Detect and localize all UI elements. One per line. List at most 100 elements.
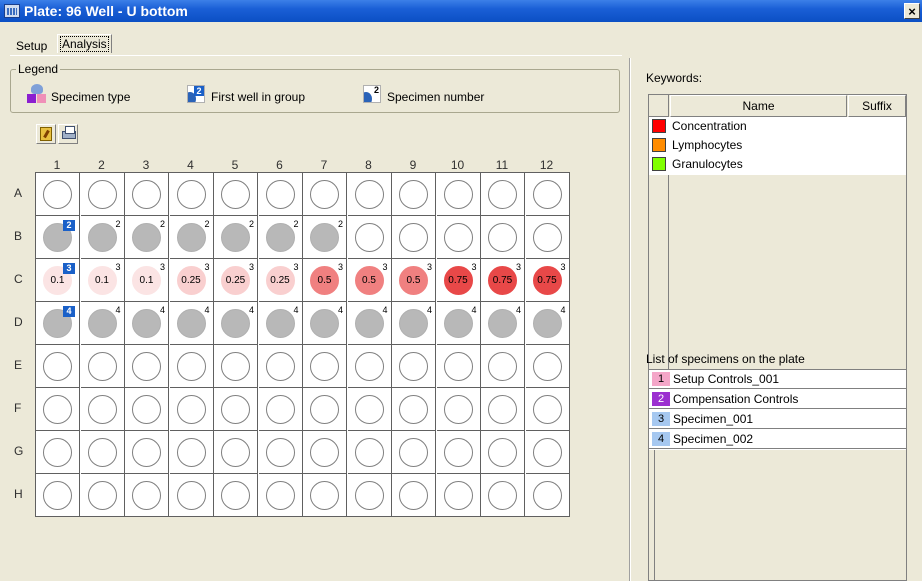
- well-cell-G12[interactable]: [525, 431, 570, 474]
- well-cell-F5[interactable]: [214, 388, 258, 431]
- well-cell-B10[interactable]: [436, 216, 481, 259]
- well-cell-C11[interactable]: 0.75 3: [481, 259, 525, 302]
- specimen-row[interactable]: 1 Setup Controls_001: [649, 370, 906, 389]
- well-cell-D5[interactable]: 4: [214, 302, 258, 345]
- well-cell-A8[interactable]: [347, 173, 392, 216]
- well-cell-C7[interactable]: 0.5 3: [303, 259, 347, 302]
- well-cell-H1[interactable]: [36, 474, 80, 517]
- well-cell-H3[interactable]: [125, 474, 169, 517]
- well-cell-B12[interactable]: [525, 216, 570, 259]
- well-cell-F3[interactable]: [125, 388, 169, 431]
- well-cell-C3[interactable]: 0.1 3: [125, 259, 169, 302]
- well-cell-H8[interactable]: [347, 474, 392, 517]
- keyword-row[interactable]: Concentration: [649, 117, 906, 136]
- well-cell-E11[interactable]: [481, 345, 525, 388]
- well-cell-H11[interactable]: [481, 474, 525, 517]
- keywords-header-name[interactable]: Name: [670, 95, 847, 117]
- well-cell-D10[interactable]: 4: [436, 302, 481, 345]
- well-cell-C8[interactable]: 0.5 3: [347, 259, 392, 302]
- well-cell-A9[interactable]: [392, 173, 436, 216]
- well-cell-G4[interactable]: [169, 431, 214, 474]
- well-cell-A6[interactable]: [258, 173, 303, 216]
- well-cell-A11[interactable]: [481, 173, 525, 216]
- tab-analysis[interactable]: Analysis: [57, 34, 112, 53]
- well-cell-E8[interactable]: [347, 345, 392, 388]
- well-cell-B9[interactable]: [392, 216, 436, 259]
- well-cell-G2[interactable]: [80, 431, 125, 474]
- well-cell-G11[interactable]: [481, 431, 525, 474]
- well-cell-D9[interactable]: 4: [392, 302, 436, 345]
- well-cell-H12[interactable]: [525, 474, 570, 517]
- well-cell-D4[interactable]: 4: [169, 302, 214, 345]
- well-cell-A5[interactable]: [214, 173, 258, 216]
- well-cell-F12[interactable]: [525, 388, 570, 431]
- well-cell-H2[interactable]: [80, 474, 125, 517]
- well-cell-G3[interactable]: [125, 431, 169, 474]
- well-cell-B7[interactable]: 2: [303, 216, 347, 259]
- well-cell-A1[interactable]: [36, 173, 80, 216]
- well-cell-E9[interactable]: [392, 345, 436, 388]
- well-cell-G7[interactable]: [303, 431, 347, 474]
- well-cell-D1[interactable]: 4: [36, 302, 80, 345]
- well-cell-B6[interactable]: 2: [258, 216, 303, 259]
- well-cell-C1[interactable]: 0.1 3: [36, 259, 80, 302]
- well-cell-F10[interactable]: [436, 388, 481, 431]
- keyword-row[interactable]: Granulocytes: [649, 155, 906, 174]
- well-cell-G10[interactable]: [436, 431, 481, 474]
- well-cell-A3[interactable]: [125, 173, 169, 216]
- keywords-header-suffix[interactable]: Suffix: [848, 95, 906, 117]
- well-cell-F11[interactable]: [481, 388, 525, 431]
- well-cell-B8[interactable]: [347, 216, 392, 259]
- well-cell-C9[interactable]: 0.5 3: [392, 259, 436, 302]
- keyword-row[interactable]: Lymphocytes: [649, 136, 906, 155]
- well-cell-B3[interactable]: 2: [125, 216, 169, 259]
- well-cell-B5[interactable]: 2: [214, 216, 258, 259]
- well-cell-B1[interactable]: 2: [36, 216, 80, 259]
- tab-setup[interactable]: Setup: [16, 39, 47, 53]
- well-cell-C12[interactable]: 0.75 3: [525, 259, 570, 302]
- well-cell-H4[interactable]: [169, 474, 214, 517]
- well-cell-F2[interactable]: [80, 388, 125, 431]
- well-cell-E5[interactable]: [214, 345, 258, 388]
- well-cell-A4[interactable]: [169, 173, 214, 216]
- well-cell-C6[interactable]: 0.25 3: [258, 259, 303, 302]
- well-cell-G9[interactable]: [392, 431, 436, 474]
- well-cell-H6[interactable]: [258, 474, 303, 517]
- well-cell-H7[interactable]: [303, 474, 347, 517]
- well-cell-F8[interactable]: [347, 388, 392, 431]
- well-cell-A2[interactable]: [80, 173, 125, 216]
- well-cell-F1[interactable]: [36, 388, 80, 431]
- well-cell-D7[interactable]: 4: [303, 302, 347, 345]
- well-cell-B11[interactable]: [481, 216, 525, 259]
- well-cell-D6[interactable]: 4: [258, 302, 303, 345]
- well-cell-D12[interactable]: 4: [525, 302, 570, 345]
- well-cell-E3[interactable]: [125, 345, 169, 388]
- well-cell-A7[interactable]: [303, 173, 347, 216]
- well-cell-E7[interactable]: [303, 345, 347, 388]
- well-cell-E4[interactable]: [169, 345, 214, 388]
- well-cell-A12[interactable]: [525, 173, 570, 216]
- well-cell-G8[interactable]: [347, 431, 392, 474]
- well-cell-F6[interactable]: [258, 388, 303, 431]
- well-cell-E12[interactable]: [525, 345, 570, 388]
- well-cell-D8[interactable]: 4: [347, 302, 392, 345]
- well-cell-E2[interactable]: [80, 345, 125, 388]
- well-cell-E10[interactable]: [436, 345, 481, 388]
- well-cell-D11[interactable]: 4: [481, 302, 525, 345]
- specimen-row[interactable]: 2 Compensation Controls: [649, 390, 906, 409]
- well-cell-G1[interactable]: [36, 431, 80, 474]
- well-cell-F7[interactable]: [303, 388, 347, 431]
- well-cell-G5[interactable]: [214, 431, 258, 474]
- well-cell-D2[interactable]: 4: [80, 302, 125, 345]
- well-cell-E6[interactable]: [258, 345, 303, 388]
- well-cell-B4[interactable]: 2: [169, 216, 214, 259]
- well-cell-C2[interactable]: 0.1 3: [80, 259, 125, 302]
- well-cell-B2[interactable]: 2: [80, 216, 125, 259]
- well-cell-C10[interactable]: 0.75 3: [436, 259, 481, 302]
- well-cell-F4[interactable]: [169, 388, 214, 431]
- specimen-row[interactable]: 3 Specimen_001: [649, 410, 906, 429]
- well-cell-A10[interactable]: [436, 173, 481, 216]
- well-cell-C4[interactable]: 0.25 3: [169, 259, 214, 302]
- close-button[interactable]: ×: [904, 3, 920, 19]
- well-cell-E1[interactable]: [36, 345, 80, 388]
